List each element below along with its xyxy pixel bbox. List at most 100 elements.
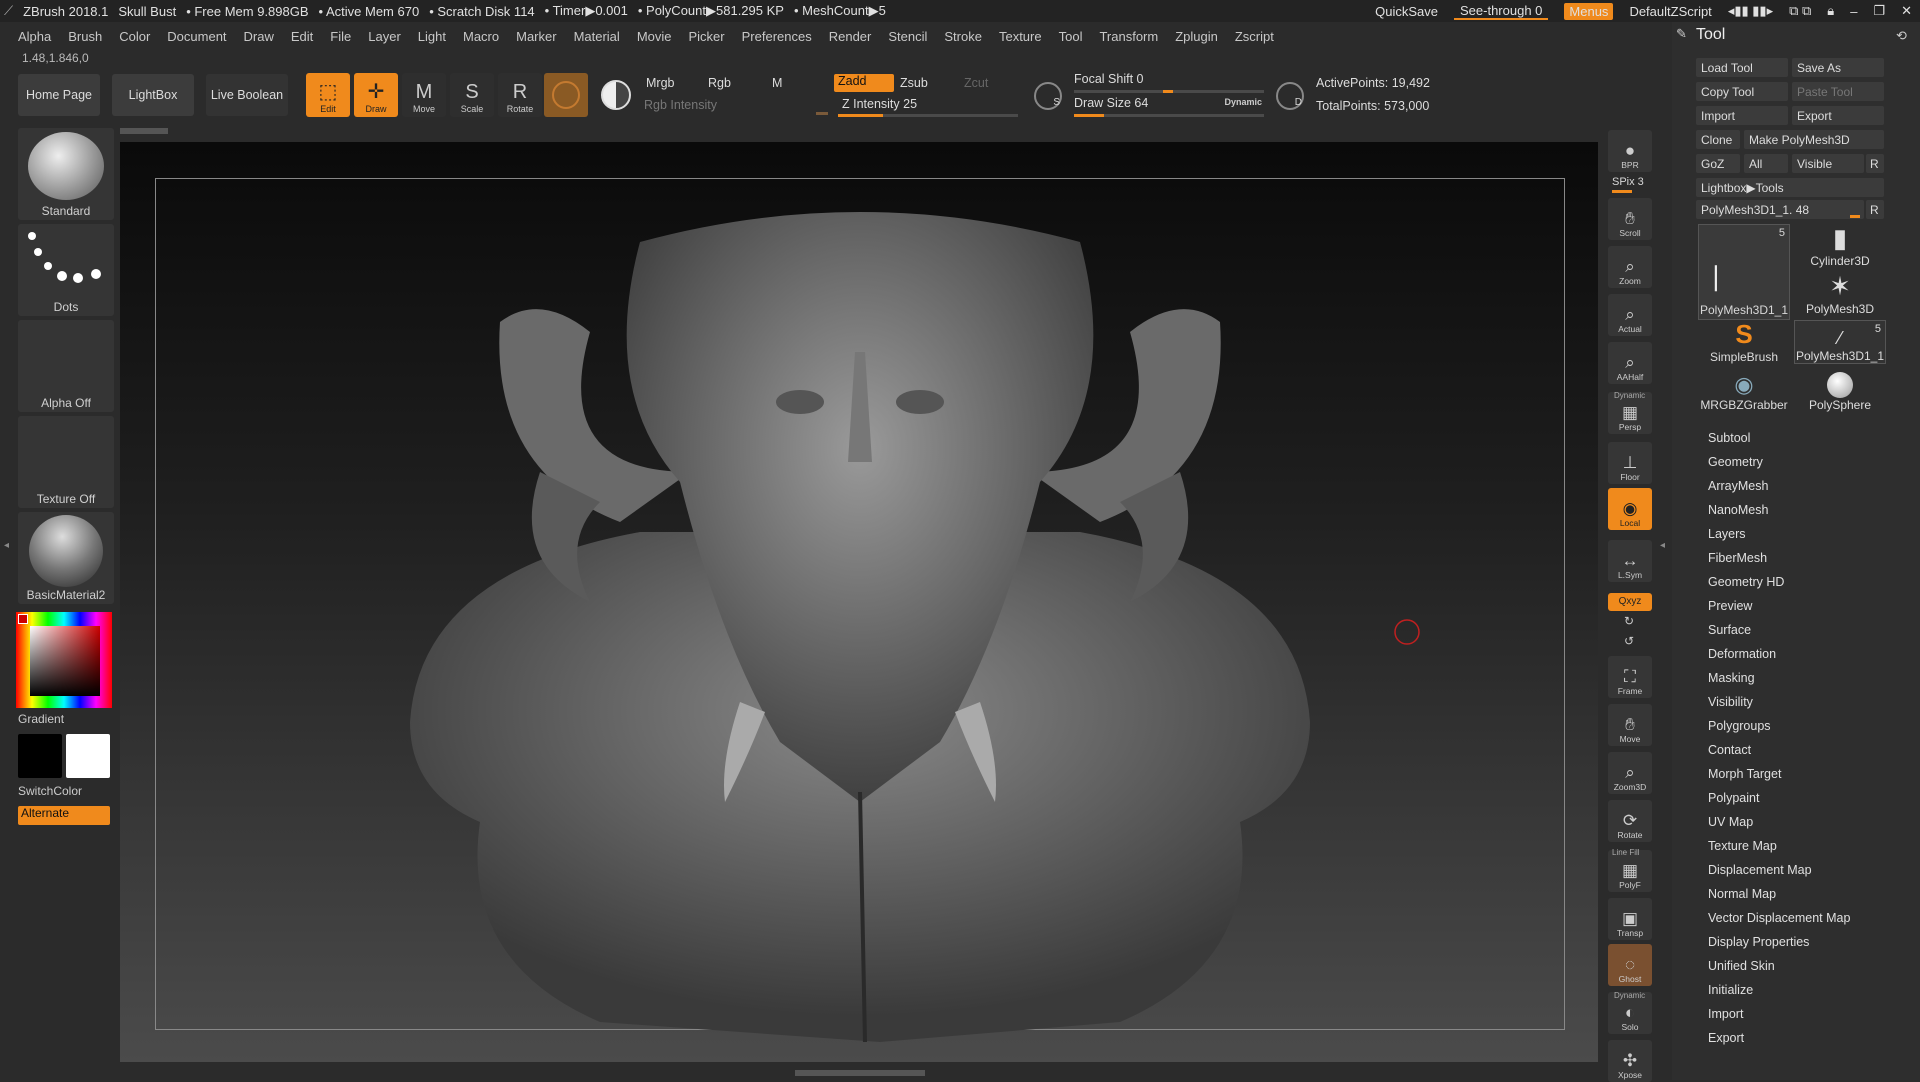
- switchcolor-button[interactable]: SwitchColor: [18, 784, 82, 798]
- draw-size-dial-icon[interactable]: D: [1276, 82, 1304, 110]
- main-color-swatch[interactable]: [18, 734, 62, 778]
- draw-size-slider[interactable]: Draw Size 64 Dynamic: [1074, 96, 1264, 117]
- tool-thumb-polymesh3d[interactable]: ✶ PolyMesh3D: [1794, 271, 1886, 316]
- tool-thumb-simplebrush[interactable]: S SimpleBrush: [1698, 319, 1790, 364]
- bottom-scroll-handle[interactable]: [795, 1070, 925, 1076]
- stroke-slot[interactable]: Dots: [18, 224, 114, 316]
- xyz-symmetry-button[interactable]: Qxyz: [1608, 593, 1652, 611]
- tool-section-layers[interactable]: Layers: [1708, 527, 1746, 541]
- material-swatch-button[interactable]: [544, 73, 588, 117]
- menu-document[interactable]: Document: [167, 29, 226, 44]
- live-boolean-button[interactable]: Live Boolean: [206, 74, 288, 116]
- menu-stencil[interactable]: Stencil: [888, 29, 927, 44]
- zcut-button[interactable]: Zcut: [964, 76, 1014, 94]
- menu-marker[interactable]: Marker: [516, 29, 556, 44]
- home-page-button[interactable]: Home Page: [18, 74, 100, 116]
- menu-picker[interactable]: Picker: [689, 29, 725, 44]
- seethrough-slider[interactable]: See-through 0: [1454, 3, 1549, 20]
- tool-section-import[interactable]: Import: [1708, 1007, 1743, 1021]
- tool-section-deformation[interactable]: Deformation: [1708, 647, 1776, 661]
- focal-shift-dial-icon[interactable]: S: [1034, 82, 1062, 110]
- view-local-button[interactable]: ◉ Local: [1608, 488, 1652, 530]
- export-button[interactable]: Export: [1792, 106, 1884, 125]
- edit-button[interactable]: ⬚ Edit: [306, 73, 350, 117]
- focal-shift-slider[interactable]: Focal Shift 0: [1074, 72, 1264, 93]
- view-actual-button[interactable]: ⌕ Actual: [1608, 294, 1652, 336]
- goz-all-button[interactable]: All: [1744, 154, 1788, 173]
- menu-draw[interactable]: Draw: [244, 29, 274, 44]
- menu-movie[interactable]: Movie: [637, 29, 672, 44]
- tool-reset-icon[interactable]: ⟲: [1896, 28, 1907, 44]
- left-panel-collapse-arrow-icon[interactable]: ◂: [4, 540, 10, 570]
- zadd-button[interactable]: Zadd: [834, 74, 894, 92]
- tool-section-masking[interactable]: Masking: [1708, 671, 1755, 685]
- gradient-label[interactable]: Gradient: [18, 712, 64, 726]
- tool-section-displacement-map[interactable]: Displacement Map: [1708, 863, 1812, 877]
- copy-tool-button[interactable]: Copy Tool: [1696, 82, 1788, 101]
- tool-section-arraymesh[interactable]: ArrayMesh: [1708, 479, 1768, 493]
- menu-transform[interactable]: Transform: [1099, 29, 1158, 44]
- minimize-icon[interactable]: –: [1850, 4, 1857, 19]
- spix-label[interactable]: SPix 3: [1612, 176, 1644, 188]
- lock-icon[interactable]: 🔒︎: [1827, 3, 1834, 19]
- secondary-color-swatch[interactable]: [66, 734, 110, 778]
- canvas-tab-handle[interactable]: [120, 128, 168, 134]
- tool-section-normal-map[interactable]: Normal Map: [1708, 887, 1776, 901]
- tool-section-vector-displacement-map[interactable]: Vector Displacement Map: [1708, 911, 1850, 925]
- view-xpose-button[interactable]: ✣ Xpose: [1608, 1040, 1652, 1082]
- scale-button[interactable]: S Scale: [450, 73, 494, 117]
- tool-thumb-cylinder3d[interactable]: ▮ Cylinder3D: [1794, 223, 1886, 268]
- tool-section-contact[interactable]: Contact: [1708, 743, 1751, 757]
- clone-button[interactable]: Clone: [1696, 130, 1740, 149]
- import-button[interactable]: Import: [1696, 106, 1788, 125]
- restore-icon[interactable]: ❐: [1873, 3, 1885, 19]
- tool-section-initialize[interactable]: Initialize: [1708, 983, 1753, 997]
- tool-section-display-properties[interactable]: Display Properties: [1708, 935, 1809, 949]
- panel-collapse-arrow-icon[interactable]: ◂: [1660, 540, 1666, 570]
- menu-layer[interactable]: Layer: [368, 29, 401, 44]
- color-sphere-button[interactable]: [594, 73, 638, 117]
- tool-section-geometry-hd[interactable]: Geometry HD: [1708, 575, 1784, 589]
- tool-thumb-polysphere[interactable]: PolySphere: [1794, 368, 1886, 412]
- tool-section-unified-skin[interactable]: Unified Skin: [1708, 959, 1775, 973]
- tool-section-visibility[interactable]: Visibility: [1708, 695, 1753, 709]
- tool-section-uv-map[interactable]: UV Map: [1708, 815, 1753, 829]
- texture-slot[interactable]: Texture Off: [18, 416, 114, 508]
- solo-dynamic-label[interactable]: Dynamic: [1614, 991, 1645, 1000]
- tool-section-export[interactable]: Export: [1708, 1031, 1744, 1045]
- tool-thumb-polymesh3d1-1b[interactable]: ⁄ PolyMesh3D1_1 5: [1794, 320, 1886, 364]
- view-ghost-button[interactable]: ◌ Ghost: [1608, 944, 1652, 986]
- rgb-intensity-slider[interactable]: Rgb Intensity: [644, 98, 832, 116]
- mrgb-button[interactable]: Mrgb: [644, 76, 700, 94]
- z-intensity-slider[interactable]: Z Intensity 25: [838, 97, 1018, 117]
- view-scroll-button[interactable]: ✋︎ Scroll: [1608, 198, 1652, 240]
- menu-light[interactable]: Light: [418, 29, 446, 44]
- view-transp-button[interactable]: ▣ Transp: [1608, 898, 1652, 940]
- m-button[interactable]: M: [772, 76, 828, 94]
- default-zscript-button[interactable]: DefaultZScript: [1629, 4, 1711, 19]
- dynamic-toggle[interactable]: Dynamic: [1224, 97, 1262, 107]
- tool-section-polypaint[interactable]: Polypaint: [1708, 791, 1759, 805]
- spix-slider[interactable]: [1612, 190, 1632, 193]
- menu-preferences[interactable]: Preferences: [742, 29, 812, 44]
- menu-alpha[interactable]: Alpha: [18, 29, 51, 44]
- lightbox-button[interactable]: LightBox: [112, 74, 194, 116]
- goz-button[interactable]: GoZ: [1696, 154, 1740, 173]
- make-polymesh-button[interactable]: Make PolyMesh3D: [1744, 130, 1884, 149]
- menu-color[interactable]: Color: [119, 29, 150, 44]
- tool-thumb-mrgbzgrabber[interactable]: ◉ MRGBZGrabber: [1698, 368, 1790, 412]
- menu-zplugin[interactable]: Zplugin: [1175, 29, 1218, 44]
- line-fill-label[interactable]: Line Fill: [1612, 848, 1640, 857]
- view-floor-button[interactable]: ⊥ Floor: [1608, 442, 1652, 484]
- alternate-button[interactable]: Alternate: [18, 806, 110, 825]
- menu-stroke[interactable]: Stroke: [944, 29, 982, 44]
- save-as-button[interactable]: Save As: [1792, 58, 1884, 77]
- rotate-y-icon[interactable]: ↻: [1624, 614, 1634, 628]
- current-tool-slider[interactable]: PolyMesh3D1_1. 48: [1696, 200, 1864, 219]
- menu-texture[interactable]: Texture: [999, 29, 1042, 44]
- tool-section-fibermesh[interactable]: FiberMesh: [1708, 551, 1767, 565]
- tool-section-texture-map[interactable]: Texture Map: [1708, 839, 1777, 853]
- persp-dynamic-label[interactable]: Dynamic: [1614, 391, 1645, 400]
- tool-section-morph-target[interactable]: Morph Target: [1708, 767, 1781, 781]
- material-slot[interactable]: BasicMaterial2: [18, 512, 114, 604]
